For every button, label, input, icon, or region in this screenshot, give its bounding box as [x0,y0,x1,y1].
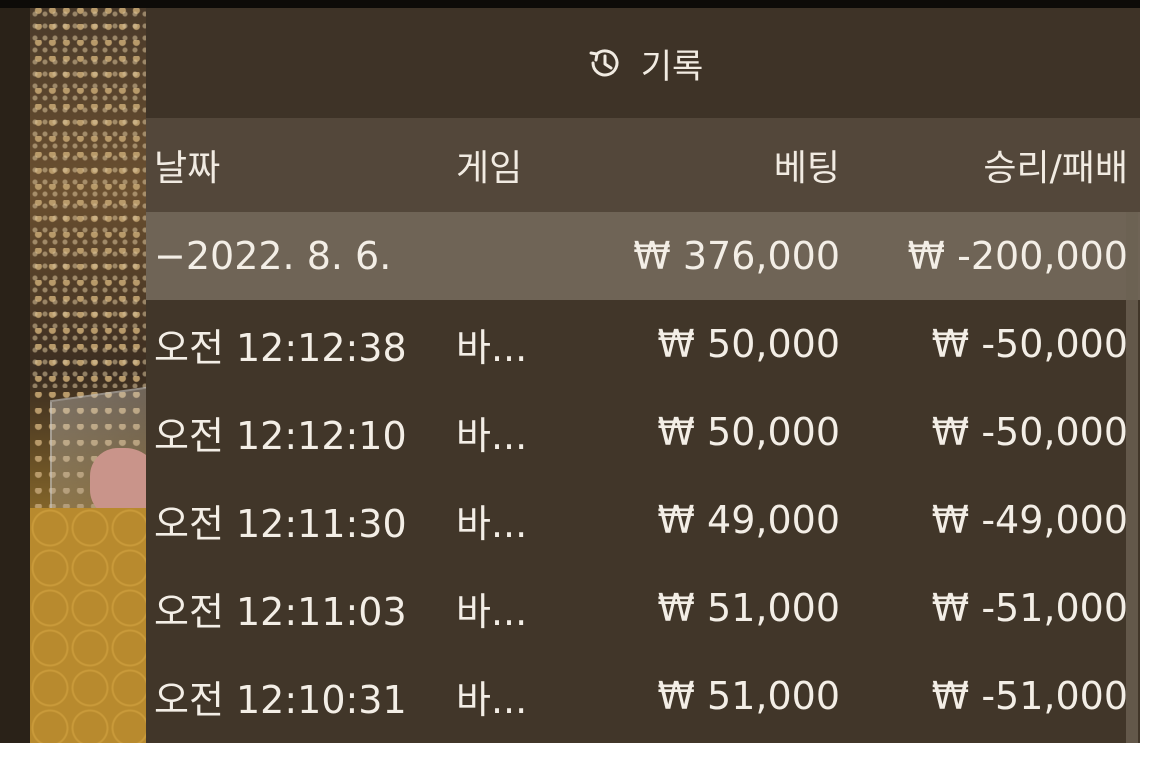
row-time: 오전 12:11:03 [154,589,407,634]
row-win-loss: ₩ -49,000 [931,498,1128,542]
scrollbar[interactable] [1126,212,1138,743]
row-game: 바... [456,589,528,634]
top-edge [0,0,1170,8]
column-header-date[interactable]: 날짜 [154,118,220,212]
history-icon [589,49,619,77]
row-bet: ₩ 49,000 [657,498,840,542]
row-game: 바... [456,325,528,370]
live-video-background [30,8,146,743]
table-row[interactable]: 오전 12:11:03 바... ₩ 51,000 ₩ -51,000 [146,564,1140,652]
row-bet: ₩ 51,000 [657,674,840,718]
right-margin [1140,0,1170,758]
history-title: 기록 [640,46,704,87]
column-header-win-loss[interactable]: 승리/패배 [983,118,1128,212]
table-header: 날짜 게임 베팅 승리/패배 [146,118,1140,212]
row-bet: ₩ 50,000 [657,410,840,454]
row-win-loss: ₩ -50,000 [931,322,1128,366]
history-panel: 기록 날짜 게임 베팅 승리/패배 −2022. 8. 6. ₩ 376,000… [146,8,1140,743]
row-win-loss: ₩ -51,000 [931,674,1128,718]
table-row[interactable]: 오전 12:12:38 바... ₩ 50,000 ₩ -50,000 [146,300,1140,388]
date-group-row[interactable]: −2022. 8. 6. ₩ 376,000 ₩ -200,000 [146,212,1140,300]
group-win-loss-total: ₩ -200,000 [907,234,1128,278]
row-bet: ₩ 51,000 [657,586,840,630]
row-game: 바... [456,501,528,546]
row-game: 바... [456,413,528,458]
bottom-margin [0,743,1170,758]
column-header-bet[interactable]: 베팅 [774,118,840,212]
row-win-loss: ₩ -50,000 [931,410,1128,454]
history-title-bar: 기록 [146,8,1140,118]
row-game: 바... [456,677,528,722]
row-time: 오전 12:10:31 [154,677,407,722]
row-time: 오전 12:12:38 [154,325,407,370]
group-date: −2022. 8. 6. [154,234,392,278]
sequin-backdrop [30,8,146,388]
row-time: 오전 12:11:30 [154,501,407,546]
row-win-loss: ₩ -51,000 [931,586,1128,630]
row-time: 오전 12:12:10 [154,413,407,458]
column-header-game[interactable]: 게임 [456,118,522,212]
table-row[interactable]: 오전 12:11:30 바... ₩ 49,000 ₩ -49,000 [146,476,1140,564]
table-felt [30,508,146,743]
group-bet-total: ₩ 376,000 [633,234,840,278]
table-row[interactable]: 오전 12:10:31 바... ₩ 51,000 ₩ -51,000 [146,652,1140,740]
table-row[interactable]: 오전 12:12:10 바... ₩ 50,000 ₩ -50,000 [146,388,1140,476]
row-bet: ₩ 50,000 [657,322,840,366]
